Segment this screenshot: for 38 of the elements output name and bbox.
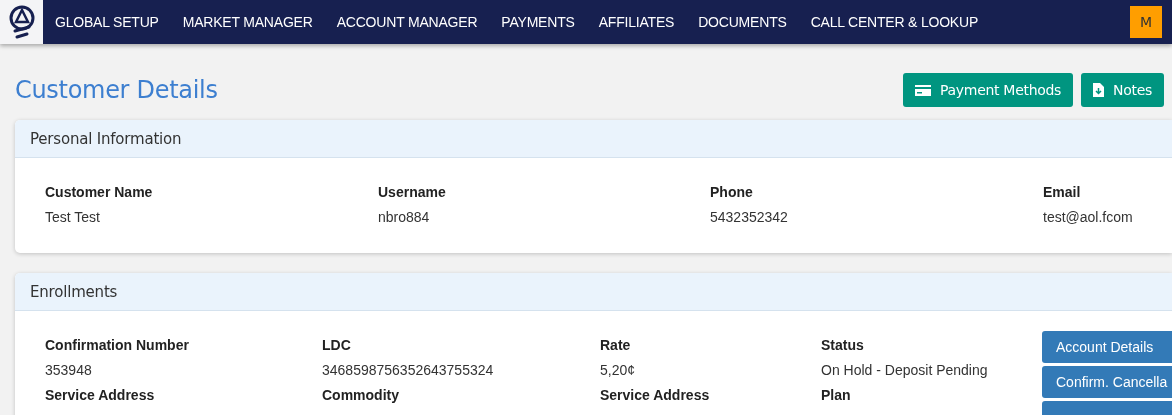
field-label: Plan	[821, 387, 851, 403]
action-button[interactable]: Account Details	[1042, 331, 1172, 363]
field-label: Confirmation Number	[45, 337, 189, 353]
field-label: Email	[1043, 184, 1081, 200]
field-value: test@aol.fcom	[1043, 209, 1133, 225]
nav-link[interactable]: ACCOUNT MANAGER	[336, 14, 478, 30]
nav-link[interactable]: CALL CENTER & LOOKUP	[810, 14, 979, 30]
file-download-icon	[1093, 82, 1105, 97]
credit-card-icon	[915, 83, 931, 96]
nav-link[interactable]: AFFILIATES	[598, 14, 675, 30]
field-value: 5,20¢	[600, 362, 636, 378]
section-title: Enrollments	[30, 282, 118, 301]
field-label: Status	[821, 337, 864, 353]
field-value: Test Test	[45, 209, 100, 225]
page-title: Customer Details	[15, 75, 219, 104]
field-label: Rate	[600, 337, 631, 353]
field-label: Commodity	[322, 387, 399, 403]
nav-link[interactable]: MARKET MANAGER	[182, 14, 313, 30]
field-label: Service Address	[600, 387, 710, 403]
logo-icon[interactable]	[7, 4, 36, 40]
payment-methods-button[interactable]: Payment Methods	[903, 72, 1074, 107]
field-label: LDC	[322, 337, 351, 353]
action-button[interactable]: Confirm. Cancella	[1042, 366, 1172, 398]
nav-link[interactable]: GLOBAL SETUP	[55, 14, 159, 30]
field-label: Customer Name	[45, 184, 153, 200]
field-value: On Hold - Deposit Pending	[821, 362, 988, 378]
notes-button[interactable]: Notes	[1081, 72, 1164, 107]
user-avatar[interactable]: M	[1130, 6, 1162, 38]
section-title: Personal Information	[30, 129, 182, 148]
nav-link[interactable]: PAYMENTS	[501, 14, 575, 30]
field-label: Username	[378, 184, 446, 200]
field-label: Service Address	[45, 387, 155, 403]
field-value: 353948	[45, 362, 92, 378]
field-value: 5432352342	[710, 209, 788, 225]
field-value: nbro884	[378, 209, 430, 225]
field-value: 3468598756352643755324	[322, 362, 494, 378]
field-label: Phone	[710, 184, 753, 200]
nav-link[interactable]: DOCUMENTS	[698, 14, 787, 30]
